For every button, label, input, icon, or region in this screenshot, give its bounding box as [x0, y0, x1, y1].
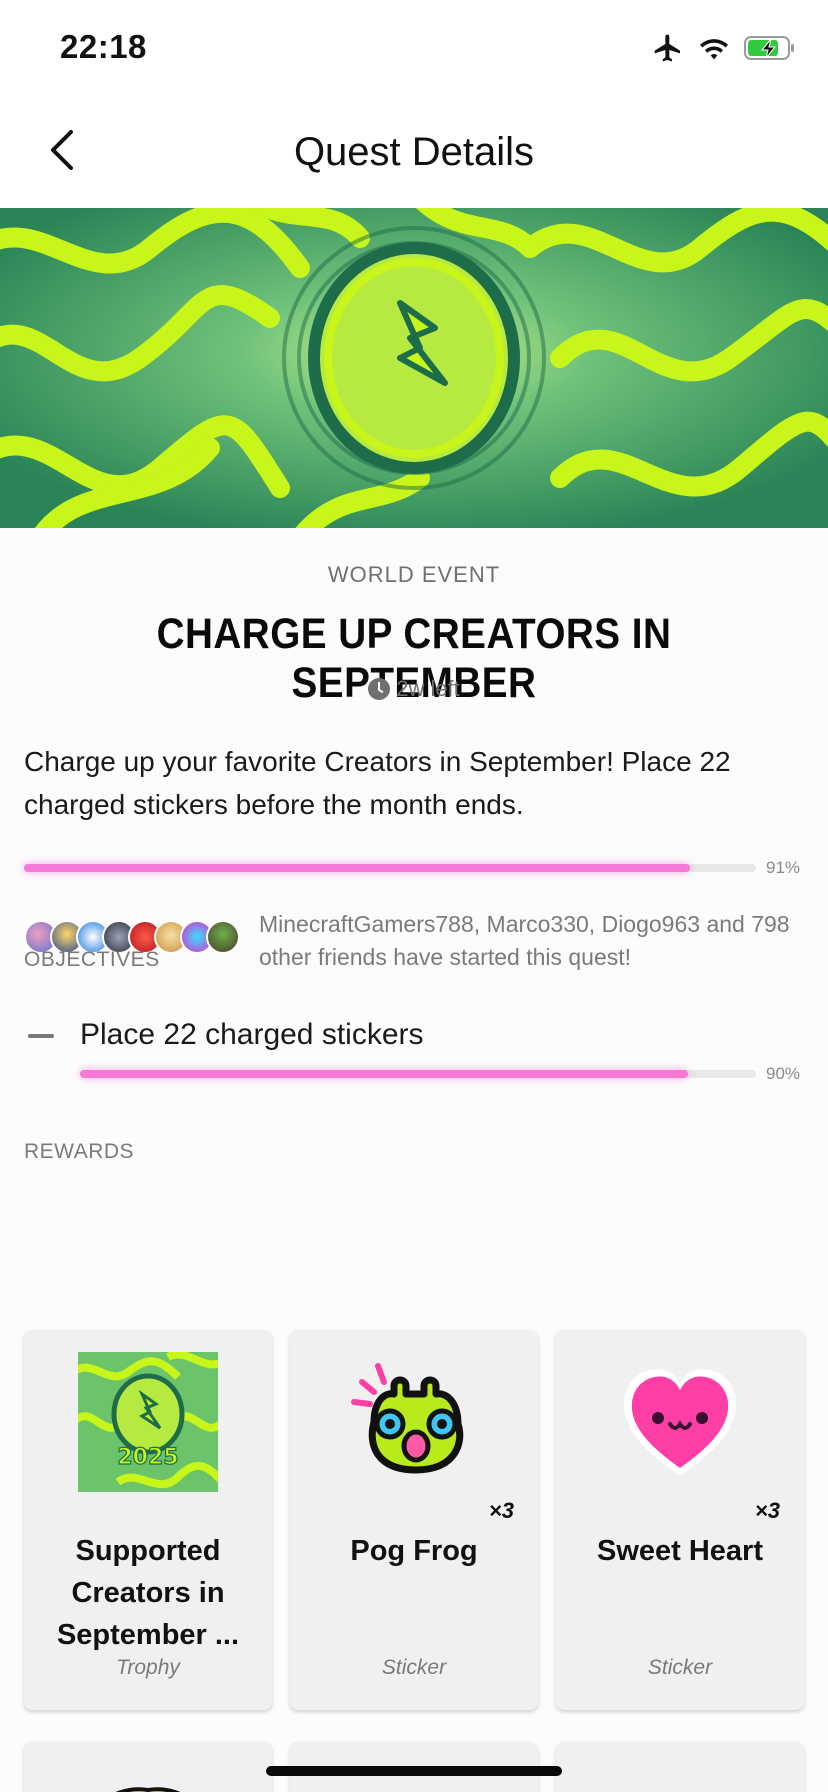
rewards-grid: 2025 Supported Creators in September ...… — [24, 1330, 804, 1792]
quest-progress: 91% — [24, 858, 800, 878]
battery-charging-icon — [744, 35, 796, 66]
objective-progress-fill — [80, 1070, 689, 1078]
reward-card-sweet-heart[interactable]: ×3 Sweet Heart Sticker — [556, 1330, 804, 1710]
reward-type: Sticker — [381, 1656, 447, 1679]
quest-content: WORLD EVENT CHARGE UP CREATORS IN SEPTEM… — [0, 528, 828, 1792]
status-icons — [652, 32, 796, 68]
airplane-icon — [652, 32, 684, 69]
reward-card-pog-frog[interactable]: ×3 Pog Frog Sticker — [290, 1330, 538, 1710]
quest-description: Charge up your favorite Creators in Sept… — [24, 746, 731, 820]
reward-card-partial[interactable] — [24, 1742, 272, 1792]
wifi-icon — [698, 34, 730, 67]
trophy-year-text: 2025 — [117, 1445, 178, 1470]
page-title: Quest Details — [293, 130, 535, 174]
time-left-text: 2w left — [396, 676, 460, 701]
quest-progress-percent: 91% — [766, 858, 801, 877]
rewards-label: REWARDS — [24, 1140, 135, 1163]
sweet-heart-sticker-image — [610, 1352, 750, 1492]
objective-progress-percent: 90% — [766, 1064, 801, 1083]
status-bar: 22:18 — [0, 0, 828, 96]
reward-card-trophy[interactable]: 2025 Supported Creators in September ...… — [24, 1330, 272, 1710]
reward-quantity: ×3 — [488, 1498, 514, 1523]
home-indicator[interactable] — [266, 1766, 562, 1776]
clock-icon — [368, 678, 391, 700]
time-left: 2w left — [0, 676, 828, 702]
status-time: 22:18 — [60, 28, 147, 65]
quest-progress-track — [24, 864, 756, 872]
reward-name: Supported Creators in September ... — [56, 1535, 240, 1651]
reward-quantity: ×3 — [754, 1498, 780, 1523]
objective-status-icon — [28, 1034, 54, 1038]
reward-name: Pog Frog — [350, 1535, 478, 1567]
friends-started-text: MinecraftGamers788, Marco330, Diogo963 a… — [259, 911, 790, 970]
reward-type: Sticker — [647, 1656, 713, 1679]
avatar — [206, 920, 240, 954]
quest-hero-banner — [0, 208, 828, 528]
partial-sticker-image — [115, 1787, 181, 1792]
trophy-image: 2025 — [78, 1352, 218, 1492]
quest-category: WORLD EVENT — [327, 562, 501, 587]
objective-item: Place 22 charged stickers 90% — [24, 1008, 804, 1098]
objectives-label: OBJECTIVES — [24, 948, 160, 971]
reward-type: Trophy — [116, 1656, 180, 1679]
quest-progress-fill — [24, 864, 691, 872]
reward-name: Sweet Heart — [596, 1535, 763, 1567]
objective-progress: 90% — [80, 1064, 800, 1084]
reward-card-partial[interactable] — [556, 1742, 804, 1792]
nav-bar: Quest Details — [0, 96, 828, 208]
objective-progress-track — [80, 1070, 756, 1078]
pog-frog-sticker-image — [344, 1352, 484, 1492]
objective-text: Place 22 charged stickers — [80, 1018, 424, 1051]
